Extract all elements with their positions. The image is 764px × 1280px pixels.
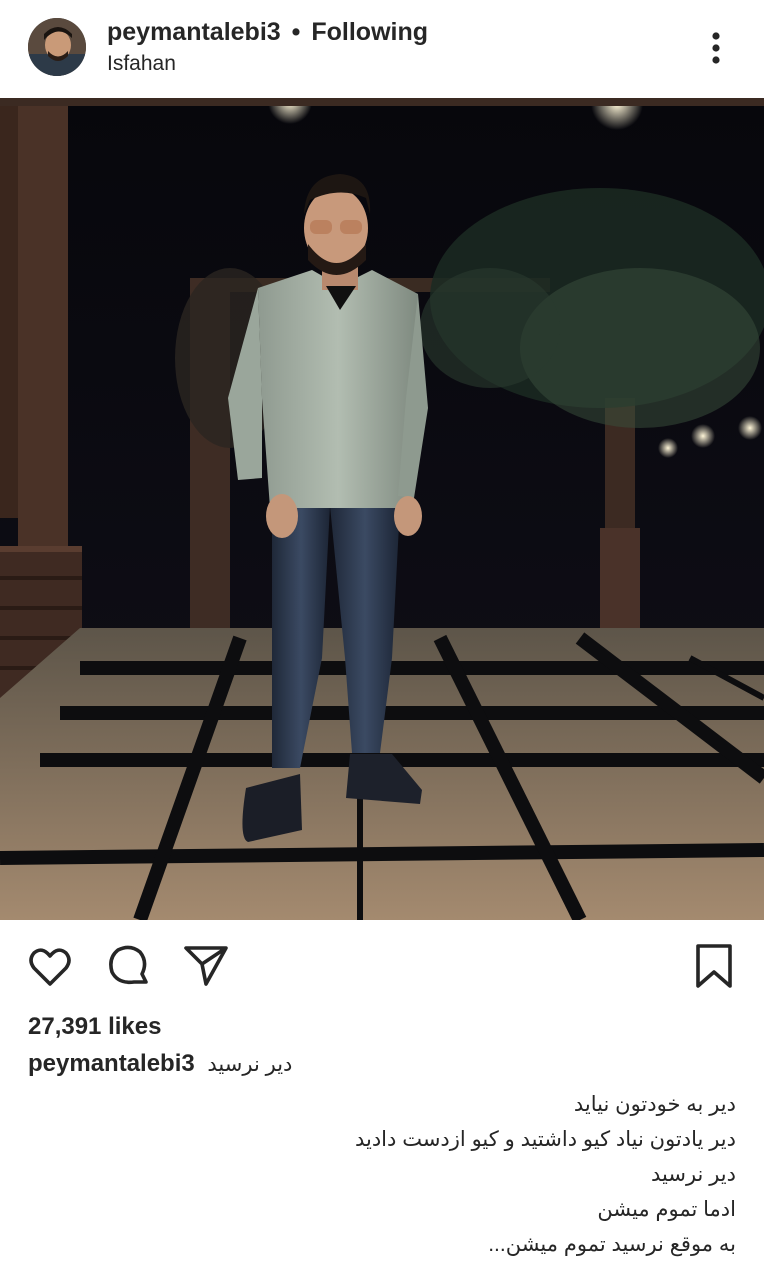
caption-username[interactable]: peymantalebi3 bbox=[28, 1050, 195, 1077]
separator-dot: • bbox=[291, 18, 301, 46]
caption-line: دیر نرسید bbox=[650, 1163, 736, 1186]
username-link[interactable]: peymantalebi3 bbox=[107, 18, 281, 46]
post-header: peymantalebi3 • Following Isfahan bbox=[0, 0, 764, 98]
location-link[interactable]: Isfahan bbox=[107, 52, 176, 76]
bookmark-icon[interactable] bbox=[690, 942, 738, 990]
caption-line: ادما تموم میشن bbox=[597, 1198, 736, 1221]
username-follow-line: peymantalebi3 • Following bbox=[107, 18, 428, 47]
more-options-icon[interactable] bbox=[700, 22, 732, 72]
caption-first-line: peymantalebi3 دیر نرسید bbox=[28, 1050, 292, 1078]
caption-line: دیر یادتون نیاد کیو داشتید و کیو ازدست د… bbox=[354, 1128, 736, 1151]
likes-count[interactable]: 27,391 likes bbox=[28, 1013, 161, 1041]
post-actions bbox=[0, 920, 764, 1010]
caption-first-text: دیر نرسید bbox=[207, 1053, 293, 1076]
avatar[interactable] bbox=[28, 18, 86, 76]
following-button[interactable]: Following bbox=[311, 18, 428, 46]
post-photo[interactable] bbox=[0, 98, 764, 920]
heart-icon[interactable] bbox=[26, 942, 74, 990]
caption-line: به موقع نرسید تموم میشن... bbox=[488, 1233, 736, 1256]
caption-line: دیر به خودتون نیاید bbox=[573, 1093, 736, 1116]
comment-bubble-icon[interactable] bbox=[104, 942, 152, 990]
paper-plane-icon[interactable] bbox=[182, 942, 230, 990]
